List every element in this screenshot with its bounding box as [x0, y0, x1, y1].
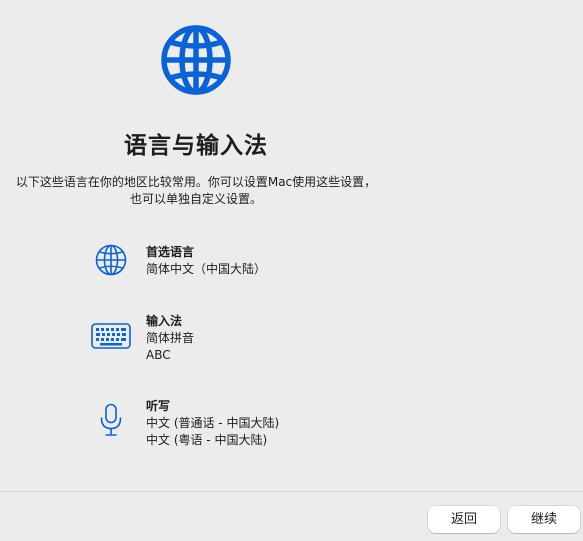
preferred-language-setting: 首选语言 简体中文（中国大陆）: [146, 244, 266, 278]
dictation-setting: 听写 中文 (普通话 - 中国大陆) 中文 (粤语 - 中国大陆): [146, 398, 279, 449]
input-source-item: 简体拼音: [146, 331, 195, 345]
input-sources-setting: 输入法 简体拼音 ABC: [146, 313, 194, 364]
input-source-item: ABC: [146, 348, 171, 362]
continue-button[interactable]: 继续: [508, 506, 580, 533]
description-line-2: 也可以单独自定义设置。: [129, 192, 262, 206]
globe-icon: [95, 244, 127, 276]
back-button[interactable]: 返回: [428, 506, 500, 533]
description-line-1: 以下这些语言在你的地区比较常用。你可以设置Mac使用这些设置，: [15, 175, 377, 189]
preferred-language-label: 首选语言: [146, 245, 195, 259]
footer-divider: [0, 491, 583, 492]
page-description: 以下这些语言在你的地区比较常用。你可以设置Mac使用这些设置， 也可以单独自定义…: [0, 174, 392, 208]
dictation-language-item: 中文 (普通话 - 中国大陆): [146, 416, 280, 430]
input-sources-label: 输入法: [146, 314, 183, 328]
dictation-language-item: 中文 (粤语 - 中国大陆): [146, 433, 268, 447]
microphone-icon: [100, 403, 122, 436]
dictation-label: 听写: [146, 399, 171, 413]
page-title: 语言与输入法: [124, 133, 268, 159]
keyboard-icon: [91, 323, 131, 349]
globe-icon: [161, 25, 231, 95]
language-setup-page: 语言与输入法 以下这些语言在你的地区比较常用。你可以设置Mac使用这些设置， 也…: [0, 0, 583, 541]
preferred-language-value: 简体中文（中国大陆）: [146, 262, 267, 276]
